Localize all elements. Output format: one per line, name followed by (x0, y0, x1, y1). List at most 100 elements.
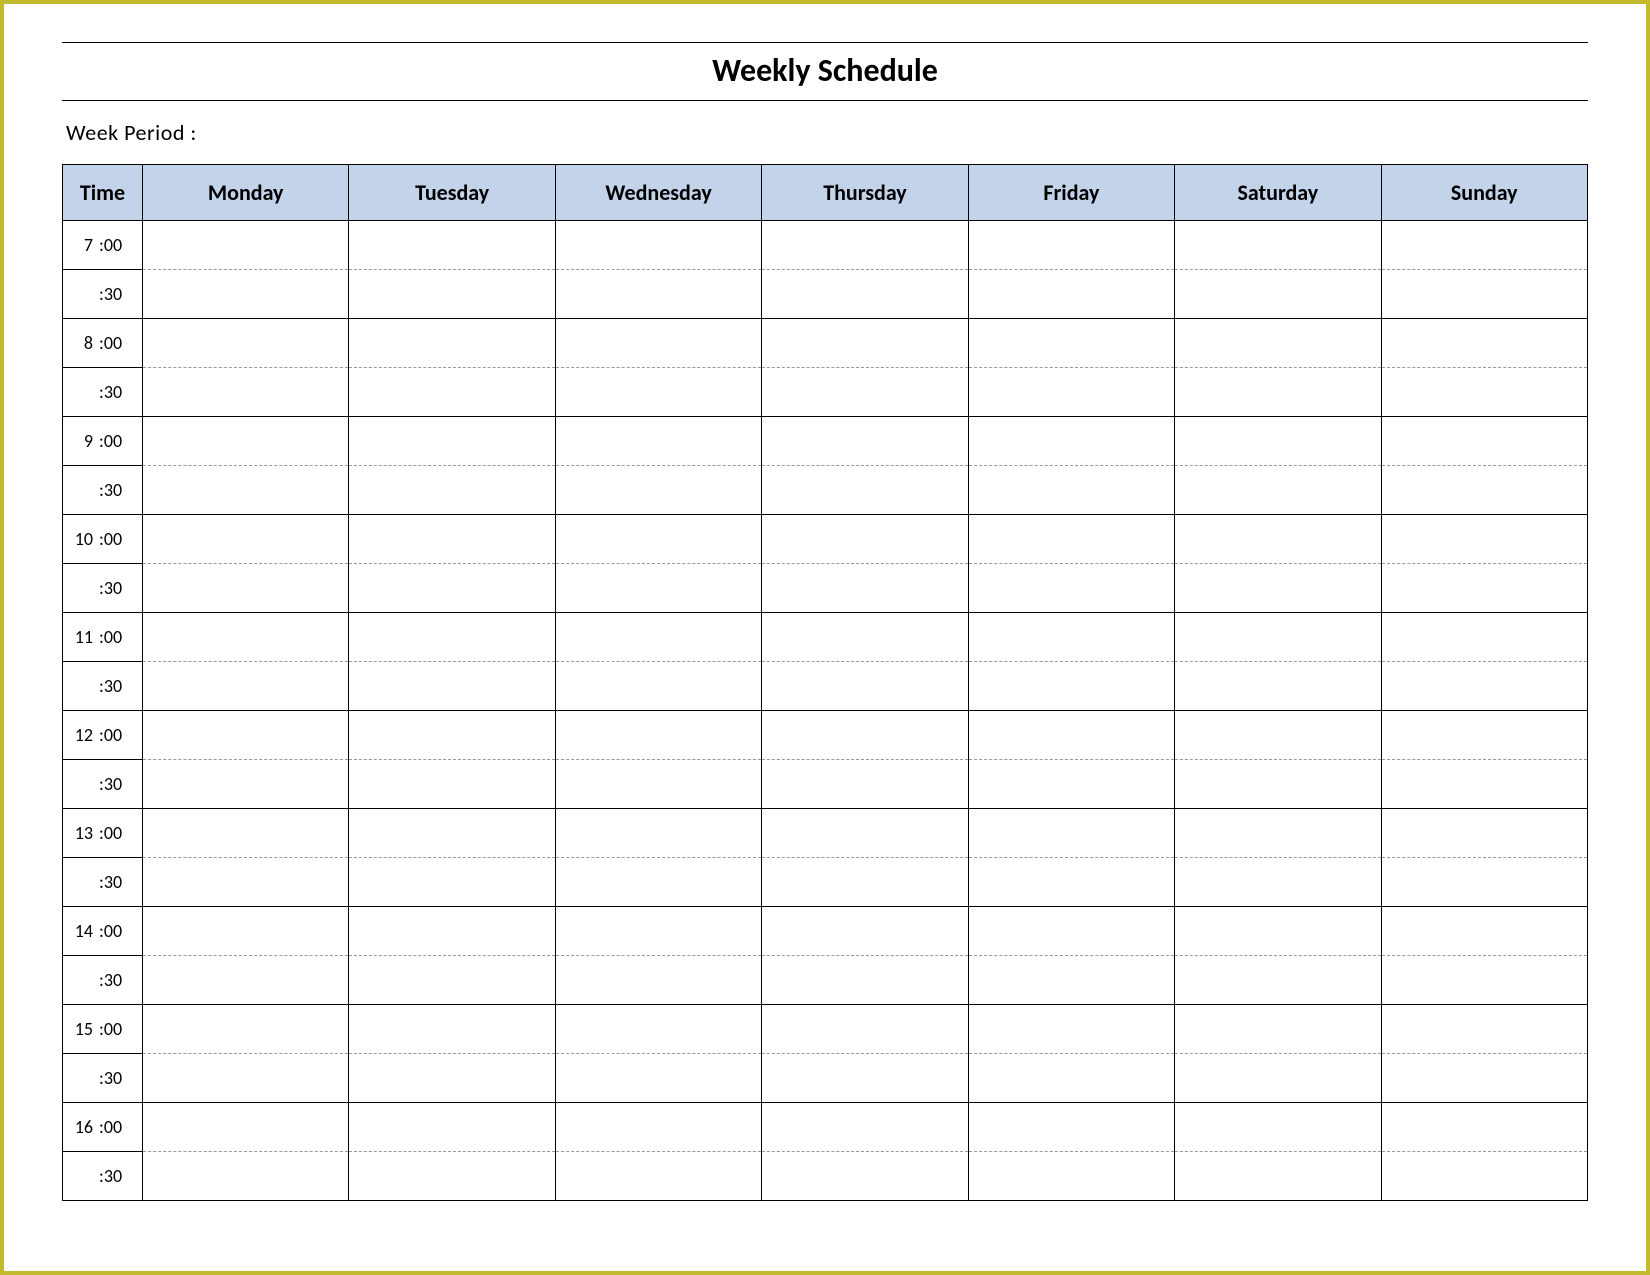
schedule-cell[interactable] (968, 417, 1174, 466)
schedule-cell[interactable] (762, 613, 968, 662)
schedule-cell[interactable] (555, 1103, 761, 1152)
schedule-cell[interactable] (1381, 760, 1587, 809)
schedule-cell[interactable] (762, 1054, 968, 1103)
schedule-cell[interactable] (143, 319, 349, 368)
schedule-cell[interactable] (143, 1054, 349, 1103)
schedule-cell[interactable] (555, 270, 761, 319)
schedule-cell[interactable] (1175, 662, 1381, 711)
schedule-cell[interactable] (349, 907, 555, 956)
schedule-cell[interactable] (1381, 466, 1587, 515)
schedule-cell[interactable] (1381, 1054, 1587, 1103)
schedule-cell[interactable] (968, 907, 1174, 956)
schedule-cell[interactable] (349, 1054, 555, 1103)
schedule-cell[interactable] (143, 613, 349, 662)
schedule-cell[interactable] (1381, 711, 1587, 760)
schedule-cell[interactable] (968, 613, 1174, 662)
schedule-cell[interactable] (349, 662, 555, 711)
schedule-cell[interactable] (349, 613, 555, 662)
schedule-cell[interactable] (762, 858, 968, 907)
schedule-cell[interactable] (762, 809, 968, 858)
schedule-cell[interactable] (1175, 1054, 1381, 1103)
schedule-cell[interactable] (1175, 319, 1381, 368)
schedule-cell[interactable] (555, 956, 761, 1005)
schedule-cell[interactable] (349, 809, 555, 858)
schedule-cell[interactable] (762, 956, 968, 1005)
schedule-cell[interactable] (349, 466, 555, 515)
schedule-cell[interactable] (555, 809, 761, 858)
schedule-cell[interactable] (349, 368, 555, 417)
schedule-cell[interactable] (1381, 809, 1587, 858)
schedule-cell[interactable] (555, 515, 761, 564)
schedule-cell[interactable] (555, 564, 761, 613)
schedule-cell[interactable] (1175, 417, 1381, 466)
schedule-cell[interactable] (762, 270, 968, 319)
schedule-cell[interactable] (555, 368, 761, 417)
schedule-cell[interactable] (968, 662, 1174, 711)
schedule-cell[interactable] (143, 466, 349, 515)
schedule-cell[interactable] (968, 368, 1174, 417)
schedule-cell[interactable] (1175, 1103, 1381, 1152)
schedule-cell[interactable] (1381, 613, 1587, 662)
schedule-cell[interactable] (968, 564, 1174, 613)
schedule-cell[interactable] (143, 760, 349, 809)
schedule-cell[interactable] (1381, 515, 1587, 564)
schedule-cell[interactable] (349, 956, 555, 1005)
schedule-cell[interactable] (555, 662, 761, 711)
schedule-cell[interactable] (1381, 907, 1587, 956)
schedule-cell[interactable] (1175, 221, 1381, 270)
schedule-cell[interactable] (143, 907, 349, 956)
schedule-cell[interactable] (1175, 907, 1381, 956)
schedule-cell[interactable] (762, 564, 968, 613)
schedule-cell[interactable] (1175, 270, 1381, 319)
schedule-cell[interactable] (143, 1103, 349, 1152)
schedule-cell[interactable] (143, 662, 349, 711)
schedule-cell[interactable] (349, 1103, 555, 1152)
schedule-cell[interactable] (1381, 1152, 1587, 1201)
schedule-cell[interactable] (349, 564, 555, 613)
schedule-cell[interactable] (1381, 1103, 1587, 1152)
schedule-cell[interactable] (968, 270, 1174, 319)
schedule-cell[interactable] (143, 1152, 349, 1201)
schedule-cell[interactable] (968, 515, 1174, 564)
schedule-cell[interactable] (143, 956, 349, 1005)
schedule-cell[interactable] (762, 662, 968, 711)
schedule-cell[interactable] (968, 319, 1174, 368)
schedule-cell[interactable] (968, 466, 1174, 515)
schedule-cell[interactable] (555, 858, 761, 907)
schedule-cell[interactable] (1381, 270, 1587, 319)
schedule-cell[interactable] (1175, 956, 1381, 1005)
schedule-cell[interactable] (968, 1054, 1174, 1103)
schedule-cell[interactable] (143, 270, 349, 319)
schedule-cell[interactable] (555, 466, 761, 515)
schedule-cell[interactable] (555, 613, 761, 662)
schedule-cell[interactable] (1175, 809, 1381, 858)
schedule-cell[interactable] (968, 221, 1174, 270)
schedule-cell[interactable] (555, 760, 761, 809)
schedule-cell[interactable] (555, 221, 761, 270)
schedule-cell[interactable] (143, 417, 349, 466)
schedule-cell[interactable] (555, 1054, 761, 1103)
schedule-cell[interactable] (555, 1005, 761, 1054)
schedule-cell[interactable] (762, 319, 968, 368)
schedule-cell[interactable] (555, 1152, 761, 1201)
schedule-cell[interactable] (143, 711, 349, 760)
schedule-cell[interactable] (968, 760, 1174, 809)
schedule-cell[interactable] (762, 1005, 968, 1054)
schedule-cell[interactable] (1175, 515, 1381, 564)
schedule-cell[interactable] (1175, 760, 1381, 809)
schedule-cell[interactable] (968, 711, 1174, 760)
schedule-cell[interactable] (1175, 1005, 1381, 1054)
schedule-cell[interactable] (349, 319, 555, 368)
schedule-cell[interactable] (349, 1005, 555, 1054)
schedule-cell[interactable] (762, 221, 968, 270)
schedule-cell[interactable] (143, 858, 349, 907)
schedule-cell[interactable] (1381, 368, 1587, 417)
schedule-cell[interactable] (1175, 368, 1381, 417)
schedule-cell[interactable] (762, 711, 968, 760)
schedule-cell[interactable] (968, 1005, 1174, 1054)
schedule-cell[interactable] (762, 760, 968, 809)
schedule-cell[interactable] (968, 858, 1174, 907)
schedule-cell[interactable] (762, 417, 968, 466)
schedule-cell[interactable] (968, 1152, 1174, 1201)
schedule-cell[interactable] (1381, 564, 1587, 613)
